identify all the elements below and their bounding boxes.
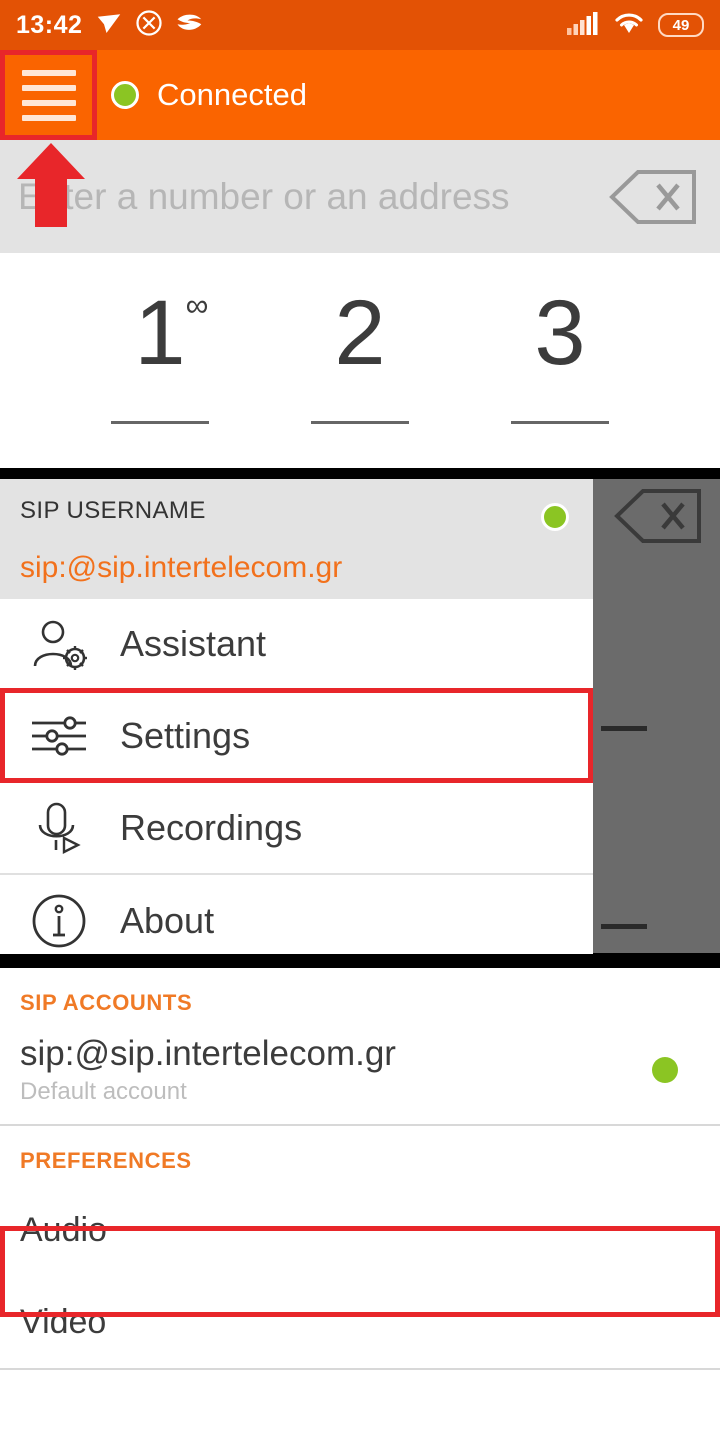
sip-accounts-header: SIP ACCOUNTS bbox=[20, 990, 193, 1015]
hamburger-bar bbox=[21, 114, 76, 121]
no-entry-icon bbox=[134, 8, 164, 43]
wifi-icon bbox=[612, 10, 646, 41]
voicemail-infinity-icon: ∞ bbox=[185, 287, 209, 323]
drawer-item-label: Assistant bbox=[120, 623, 267, 664]
dialpad: 1 ∞ 2 3 bbox=[0, 253, 720, 470]
dialpad-key-underline bbox=[111, 421, 209, 424]
status-bar: 13:42 49 bbox=[0, 0, 720, 50]
settings-page: SIP ACCOUNTS sip:@sip.intertelecom.gr De… bbox=[0, 968, 720, 1440]
dialpad-key-3[interactable]: 3 bbox=[460, 253, 660, 424]
sliders-icon bbox=[22, 704, 96, 768]
info-circle-icon bbox=[22, 889, 96, 953]
overlay-bottom-band bbox=[0, 953, 720, 968]
status-notification-icons bbox=[94, 8, 206, 43]
drawer-item-label: About bbox=[120, 900, 215, 941]
divider bbox=[0, 1368, 720, 1371]
drawer-item-assistant[interactable]: Assistant bbox=[0, 599, 593, 691]
navigation-drawer: SIP USERNAME sip:@sip.intertelecom.gr As… bbox=[0, 479, 593, 954]
preferences-header: PREFERENCES bbox=[20, 1148, 192, 1174]
up-arrow-annotation bbox=[17, 143, 85, 227]
cell-signal-icon bbox=[566, 10, 600, 41]
status-badge bbox=[111, 81, 139, 109]
preference-row-audio[interactable]: Audio bbox=[0, 1184, 720, 1276]
hamburger-bar bbox=[21, 84, 76, 91]
sip-account-subtitle: Default account bbox=[20, 1078, 187, 1106]
dialpad-key-1[interactable]: 1 ∞ bbox=[60, 253, 260, 424]
drawer-item-about[interactable]: About bbox=[0, 875, 593, 954]
connection-status: Connected bbox=[111, 77, 307, 113]
status-badge bbox=[541, 503, 569, 531]
microphone-play-icon bbox=[22, 796, 96, 860]
person-gear-icon bbox=[22, 612, 96, 676]
dialpad-key-digit: 3 bbox=[534, 282, 586, 384]
status-system-icons: 49 bbox=[566, 10, 704, 41]
hamburger-bar bbox=[21, 99, 76, 106]
hamburger-bar bbox=[21, 69, 76, 76]
app-toolbar: Connected bbox=[0, 50, 720, 140]
drawer-header: SIP USERNAME sip:@sip.intertelecom.gr bbox=[0, 479, 593, 599]
dialpad-key-2[interactable]: 2 bbox=[260, 253, 460, 424]
dialpad-key-digit: 1 bbox=[134, 282, 186, 384]
drawer-header-label: SIP USERNAME bbox=[20, 497, 206, 524]
location-arrow-icon bbox=[94, 8, 124, 43]
drawer-item-label: Settings bbox=[120, 715, 251, 756]
battery-percent: 49 bbox=[672, 16, 690, 34]
fish-icon bbox=[174, 8, 206, 43]
address-input[interactable]: Enter a number or an address bbox=[18, 176, 608, 218]
sip-account-title: sip:@sip.intertelecom.gr bbox=[20, 1034, 396, 1073]
dialpad-key-underline bbox=[311, 421, 409, 424]
dialpad-key-underline bbox=[601, 726, 647, 731]
address-bar: Enter a number or an address bbox=[0, 140, 720, 253]
hamburger-menu-icon[interactable] bbox=[0, 50, 97, 140]
preference-row-video[interactable]: Video bbox=[0, 1276, 720, 1368]
sip-account-row[interactable]: sip:@sip.intertelecom.gr Default account bbox=[0, 1026, 720, 1124]
drawer-item-settings[interactable]: Settings bbox=[0, 691, 593, 783]
status-badge bbox=[652, 1057, 678, 1084]
status-clock: 13:42 bbox=[16, 10, 83, 39]
drawer-item-recordings[interactable]: Recordings bbox=[0, 783, 593, 875]
dialpad-key-underline bbox=[601, 924, 647, 929]
connection-status-label: Connected bbox=[157, 77, 307, 112]
dialpad-key-underline bbox=[511, 421, 609, 424]
backspace-icon bbox=[613, 488, 703, 544]
dialpad-key-digit: 2 bbox=[334, 282, 386, 384]
drawer-header-value: sip:@sip.intertelecom.gr bbox=[20, 551, 343, 584]
battery-indicator: 49 bbox=[658, 13, 704, 37]
backspace-icon[interactable] bbox=[608, 169, 698, 225]
drawer-item-label: Recordings bbox=[120, 807, 303, 848]
overlay-top-band bbox=[0, 468, 720, 479]
